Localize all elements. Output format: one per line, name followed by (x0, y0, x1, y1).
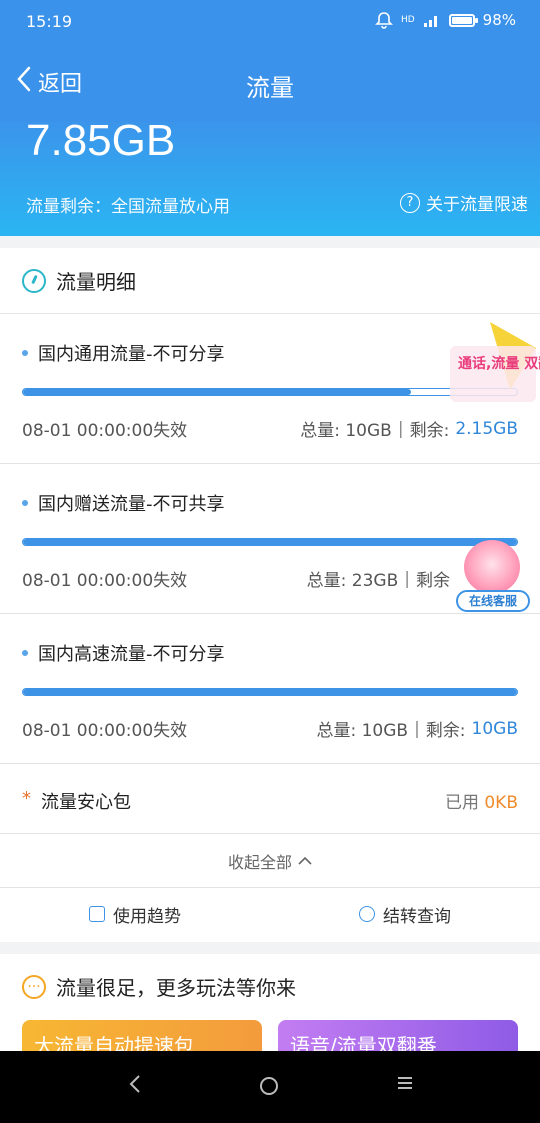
usage-trend-button[interactable]: 使用趋势 (0, 888, 270, 940)
status-icons: HD 98% (375, 11, 516, 29)
signal-icon (423, 12, 441, 28)
promo-card-double[interactable]: 语音/流量双翻番 (278, 1020, 518, 1051)
used-label: 已用 (444, 793, 479, 813)
speed-limit-label: 关于流量限速 (426, 195, 528, 215)
battery-percent: 98% (482, 11, 516, 29)
remaining-label: 流量剩余：全国流量放心用 (26, 197, 230, 217)
total-amount: 总量: 10GB (316, 721, 409, 741)
progress-bar (22, 688, 518, 696)
action-bar: 使用趋势 结转查询 (0, 888, 540, 940)
chevron-up-icon (298, 851, 312, 870)
refresh-icon (359, 906, 375, 922)
system-nav-bar (0, 1051, 540, 1123)
promo-card-speed-pack[interactable]: 大流量自动提速包 (22, 1020, 262, 1051)
status-time: 15:19 (26, 12, 73, 31)
expire-time: 08-01 00:00:00失效 (22, 571, 188, 591)
online-service-button[interactable]: 在线客服 (454, 540, 532, 614)
traffic-summary: 7.85GB 流量剩余：全国流量放心用 ? 关于流量限速 (0, 122, 540, 236)
gauge-icon (22, 268, 46, 293)
detail-header: 流量明细 (0, 248, 540, 314)
safety-pack-label: 流量安心包 (41, 792, 131, 813)
status-bar: 15:19 HD 98% (0, 0, 540, 44)
nav-menu-icon[interactable] (396, 1073, 414, 1098)
nav-home-icon[interactable] (260, 1077, 278, 1095)
mascot-icon (464, 540, 520, 594)
bullet-dot (22, 650, 28, 656)
progress-bar (22, 388, 518, 396)
traffic-item-name: 国内通用流量-不可分享 (38, 344, 225, 365)
remaining-label: 剩余: (409, 421, 450, 441)
remaining-label: 剩余 (416, 571, 450, 591)
remaining-amount: 10GB (471, 718, 518, 739)
used-value: 0KB (484, 793, 518, 813)
traffic-item-name: 国内赠送流量-不可共享 (38, 494, 225, 515)
question-icon: ? (400, 192, 420, 213)
battery-icon (448, 13, 478, 27)
collapse-all-button[interactable]: 收起全部 (0, 834, 540, 888)
safety-pack-row[interactable]: * 流量安心包 已用 0KB (0, 764, 540, 834)
traffic-item-name: 国内高速流量-不可分享 (38, 644, 225, 665)
total-traffic: 7.85GB (26, 122, 176, 165)
progress-fill (23, 539, 517, 545)
bullet-dot (22, 500, 28, 506)
asterisk-icon: * (22, 788, 31, 809)
page-title: 流量 (246, 74, 294, 102)
promo-floating-badge[interactable]: 通话,流量 双翻番 (450, 318, 540, 412)
progress-fill (23, 389, 411, 395)
total-amount: 总量: 10GB (300, 421, 392, 441)
bullet-dot (22, 350, 28, 356)
total-amount: 总量: 23GB (306, 571, 399, 591)
transfer-query-button[interactable]: 结转查询 (270, 888, 540, 940)
transfer-query-label: 结转查询 (383, 906, 451, 927)
traffic-totals: 总量: 10GB | 剩余: 10GB (316, 716, 518, 742)
trend-chart-icon (89, 906, 105, 922)
traffic-totals: 总量: 10GB | 剩余: 2.15GB (300, 416, 518, 442)
title-bar: 返回 流量 (0, 44, 540, 122)
nav-back-icon[interactable] (128, 1073, 142, 1101)
promo-section: ··· 流量很足，更多玩法等你来 大流量自动提速包 语音/流量双翻番 (0, 954, 540, 1051)
bell-icon (375, 11, 393, 29)
expire-time: 08-01 00:00:00失效 (22, 421, 188, 441)
traffic-item[interactable]: 国内高速流量-不可分享 08-01 00:00:00失效 总量: 10GB | … (0, 614, 540, 764)
traffic-totals: 总量: 23GB | 剩余 (306, 566, 456, 592)
progress-bar (22, 538, 518, 546)
more-dots-icon: ··· (22, 974, 46, 999)
detail-title: 流量明细 (56, 270, 136, 294)
promo-header: ··· 流量很足，更多玩法等你来 (22, 972, 296, 1001)
speed-limit-link[interactable]: ? 关于流量限速 (400, 190, 528, 215)
progress-fill (23, 689, 517, 695)
safety-pack-usage: 已用 0KB (445, 788, 518, 813)
remaining-amount: 2.15GB (455, 418, 518, 439)
promo-title: 流量很足，更多玩法等你来 (56, 976, 296, 1000)
expire-time: 08-01 00:00:00失效 (22, 721, 188, 741)
online-service-label: 在线客服 (456, 590, 530, 612)
usage-trend-label: 使用趋势 (113, 906, 181, 927)
hd-label: HD (400, 15, 415, 25)
remaining-label: 剩余: (425, 721, 466, 741)
badge-text: 通话,流量 双翻番 (458, 355, 540, 372)
collapse-label: 收起全部 (227, 852, 292, 872)
